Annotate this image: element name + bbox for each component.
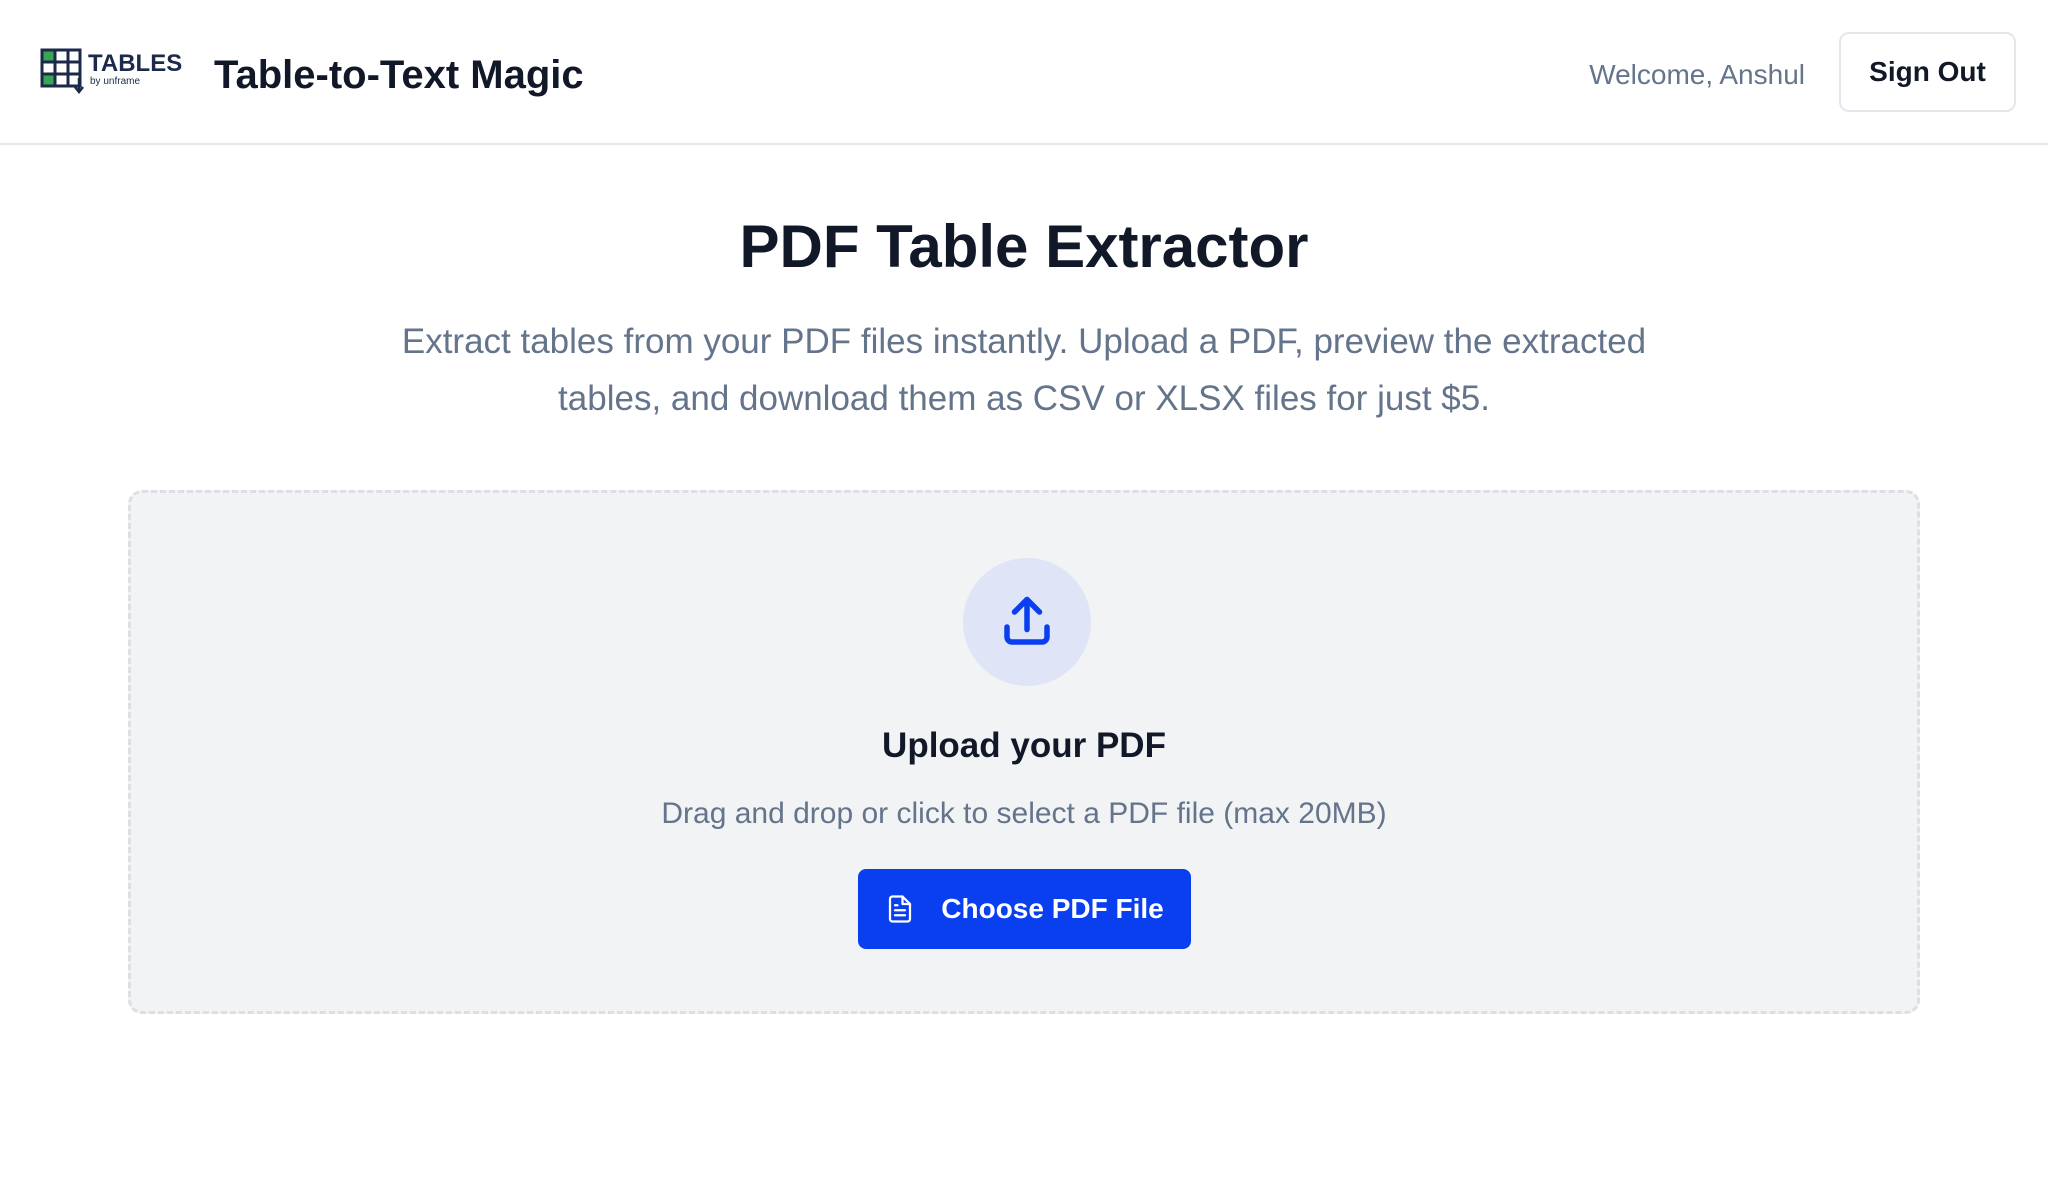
top-header: TABLES by unframe Table-to-Text Magic We… xyxy=(0,0,2048,145)
logo-wordmark: TABLES xyxy=(88,50,183,77)
upload-icon xyxy=(1004,596,1050,645)
upload-hint: Drag and drop or click to select a PDF f… xyxy=(661,797,1387,830)
choose-pdf-label: Choose PDF File xyxy=(941,893,1164,924)
tables-logo[interactable]: TABLES by unframe xyxy=(40,48,186,94)
upload-title: Upload your PDF xyxy=(882,726,1166,765)
app-title: Table-to-Text Magic xyxy=(214,53,584,97)
sign-out-button[interactable]: Sign Out xyxy=(1839,32,2016,112)
page-subtitle: Extract tables from your PDF files insta… xyxy=(401,322,1647,418)
welcome-text: Welcome, Anshul xyxy=(1589,59,1805,90)
upload-icon-circle xyxy=(963,558,1091,686)
file-text-icon xyxy=(885,894,915,924)
table-grid-icon xyxy=(40,48,84,94)
pdf-dropzone[interactable]: Upload your PDF Drag and drop or click t… xyxy=(128,490,1920,1014)
choose-pdf-button[interactable]: Choose PDF File xyxy=(858,869,1191,949)
logo-tagline: by unframe xyxy=(90,76,141,87)
page-title: PDF Table Extractor xyxy=(739,213,1309,280)
